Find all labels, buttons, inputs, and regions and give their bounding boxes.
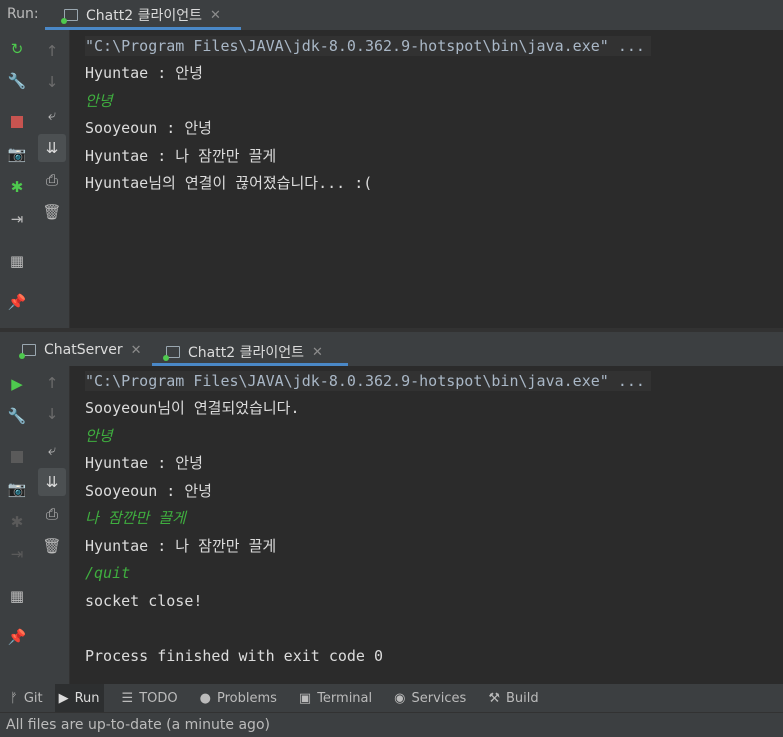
console-line: "C:\Program Files\JAVA\jdk-8.0.362.9-hot…: [85, 36, 651, 56]
toolwindow-services[interactable]: ◉ Services: [390, 684, 470, 712]
console-line: Hyuntae님의 연결이 끊어졌습니다... :(: [85, 174, 373, 192]
toolwindow-label: Problems: [216, 690, 277, 706]
stop-icon[interactable]: [7, 447, 27, 467]
run-icon: ▶: [58, 690, 69, 706]
toolwindow-label: Run: [74, 690, 100, 706]
console-line: Sooyeoun : 안녕: [85, 482, 212, 500]
layout-icon[interactable]: ▦: [7, 586, 27, 606]
toolwindow-terminal[interactable]: ▣ Terminal: [295, 684, 376, 712]
soft-wrap-icon[interactable]: ⤶: [42, 440, 62, 460]
trash-icon[interactable]: 🗑: [42, 202, 62, 222]
bottom-tabbar: ChatServer ✕ Chatt2 클라이언트 ✕: [0, 332, 783, 366]
console-line: Sooyeoun님이 연결되었습니다.: [85, 399, 300, 417]
tab-label: ChatServer: [44, 342, 123, 358]
problems-icon: ●: [199, 690, 211, 706]
status-text[interactable]: All files are up-to-date (a minute ago): [6, 717, 270, 733]
up-arrow-icon[interactable]: ↑: [42, 373, 62, 393]
terminal-icon: ▣: [298, 690, 312, 706]
toolwindow-problems[interactable]: ● Problems: [196, 684, 281, 712]
run-label: Run:: [7, 6, 39, 22]
debug-bug-icon[interactable]: ✱: [7, 512, 27, 532]
console-line: Hyuntae : 안녕: [85, 454, 203, 472]
run-actions-toolbar-bottom: ▶ 🔧 📷 ✱ ⇥ ▦ 📌: [0, 366, 34, 684]
rerun-icon[interactable]: ↻: [7, 39, 27, 59]
console-output-bottom[interactable]: "C:\Program Files\JAVA\jdk-8.0.362.9-hot…: [71, 366, 783, 684]
run-tabbar: Run: Chatt2 클라이언트 ✕: [0, 0, 783, 30]
close-icon[interactable]: ✕: [131, 343, 142, 358]
console-line: "C:\Program Files\JAVA\jdk-8.0.362.9-hot…: [85, 371, 651, 391]
camera-icon[interactable]: 📷: [7, 479, 27, 499]
tab-label: Chatt2 클라이언트: [188, 345, 304, 361]
run-actions-toolbar: ↻ 🔧 📷 ✱ ⇥ ▦ 📌: [0, 30, 34, 328]
scroll-to-end-icon[interactable]: ⇊: [38, 134, 66, 162]
console-line: /quit: [85, 564, 131, 582]
console-line: 안녕: [85, 92, 113, 110]
toolwindow-git[interactable]: ᚠ Git: [6, 684, 47, 712]
console-output-top[interactable]: "C:\Program Files\JAVA\jdk-8.0.362.9-hot…: [71, 30, 783, 328]
pin-icon[interactable]: 📌: [7, 292, 27, 312]
toolwindow-label: Terminal: [317, 690, 373, 706]
trash-icon[interactable]: 🗑: [42, 536, 62, 556]
console-line: 안녕: [85, 427, 113, 445]
console-line: Hyuntae : 나 잠깐만 끌게: [85, 537, 277, 555]
toolwindow-label: Services: [411, 690, 467, 706]
console-actions-toolbar: ↑ ↓ ⤶ ⇊ ⎙ 🗑: [34, 30, 70, 328]
down-arrow-icon[interactable]: ↓: [42, 72, 62, 92]
toolwindow-label: TODO: [139, 690, 178, 706]
console-line: Process finished with exit code 0: [85, 647, 384, 665]
console-actions-toolbar-bottom: ↑ ↓ ⤶ ⇊ ⎙ 🗑: [34, 366, 70, 684]
toolwindow-label: Build: [505, 690, 539, 706]
toolwindow-build[interactable]: ⚒ Build: [484, 684, 542, 712]
layout-icon[interactable]: ▦: [7, 251, 27, 271]
toolwindow-todo[interactable]: ☰ TODO: [118, 684, 182, 712]
tab-chatt2-client-bottom[interactable]: Chatt2 클라이언트 ✕: [163, 342, 323, 362]
tab-chatt2-client-top[interactable]: Chatt2 클라이언트 ✕: [61, 5, 221, 25]
close-icon[interactable]: ✕: [210, 8, 221, 23]
tab-label: Chatt2 클라이언트: [86, 8, 202, 24]
wrench-icon[interactable]: 🔧: [7, 71, 27, 91]
login-icon[interactable]: ⇥: [7, 544, 27, 564]
console-app-icon: [163, 346, 180, 361]
build-icon: ⚒: [488, 690, 500, 706]
services-icon: ◉: [394, 690, 406, 706]
toolwindow-label: Git: [23, 690, 43, 706]
debug-bug-icon[interactable]: ✱: [7, 177, 27, 197]
tool-window-bar: ᚠ Git ▶ Run ☰ TODO ● Problems ▣ Terminal…: [0, 684, 783, 712]
print-icon[interactable]: ⎙: [42, 504, 62, 524]
todo-icon: ☰: [121, 690, 134, 706]
soft-wrap-icon[interactable]: ⤶: [42, 105, 62, 125]
console-line: socket close!: [85, 592, 203, 610]
git-icon: ᚠ: [10, 690, 18, 706]
tab-chatserver[interactable]: ChatServer ✕: [19, 342, 142, 359]
down-arrow-icon[interactable]: ↓: [42, 404, 62, 424]
console-line: Sooyeoun : 안녕: [85, 119, 212, 137]
camera-icon[interactable]: 📷: [7, 144, 27, 164]
stop-icon[interactable]: [7, 112, 27, 132]
console-line: Hyuntae : 안녕: [85, 64, 203, 82]
toolwindow-run[interactable]: ▶ Run: [54, 684, 104, 712]
wrench-icon[interactable]: 🔧: [7, 406, 27, 426]
status-bar: All files are up-to-date (a minute ago): [0, 712, 783, 737]
up-arrow-icon[interactable]: ↑: [42, 41, 62, 61]
login-icon[interactable]: ⇥: [7, 209, 27, 229]
scroll-to-end-icon[interactable]: ⇊: [38, 468, 66, 496]
pin-icon[interactable]: 📌: [7, 627, 27, 647]
close-icon[interactable]: ✕: [312, 345, 323, 360]
console-app-icon: [61, 9, 78, 24]
console-app-icon: [19, 344, 36, 359]
print-icon[interactable]: ⎙: [42, 170, 62, 190]
console-line: Hyuntae : 나 잠깐만 끌게: [85, 147, 277, 165]
console-line: 나 잠깐만 끌게: [85, 509, 186, 527]
run-icon[interactable]: ▶: [7, 374, 27, 394]
